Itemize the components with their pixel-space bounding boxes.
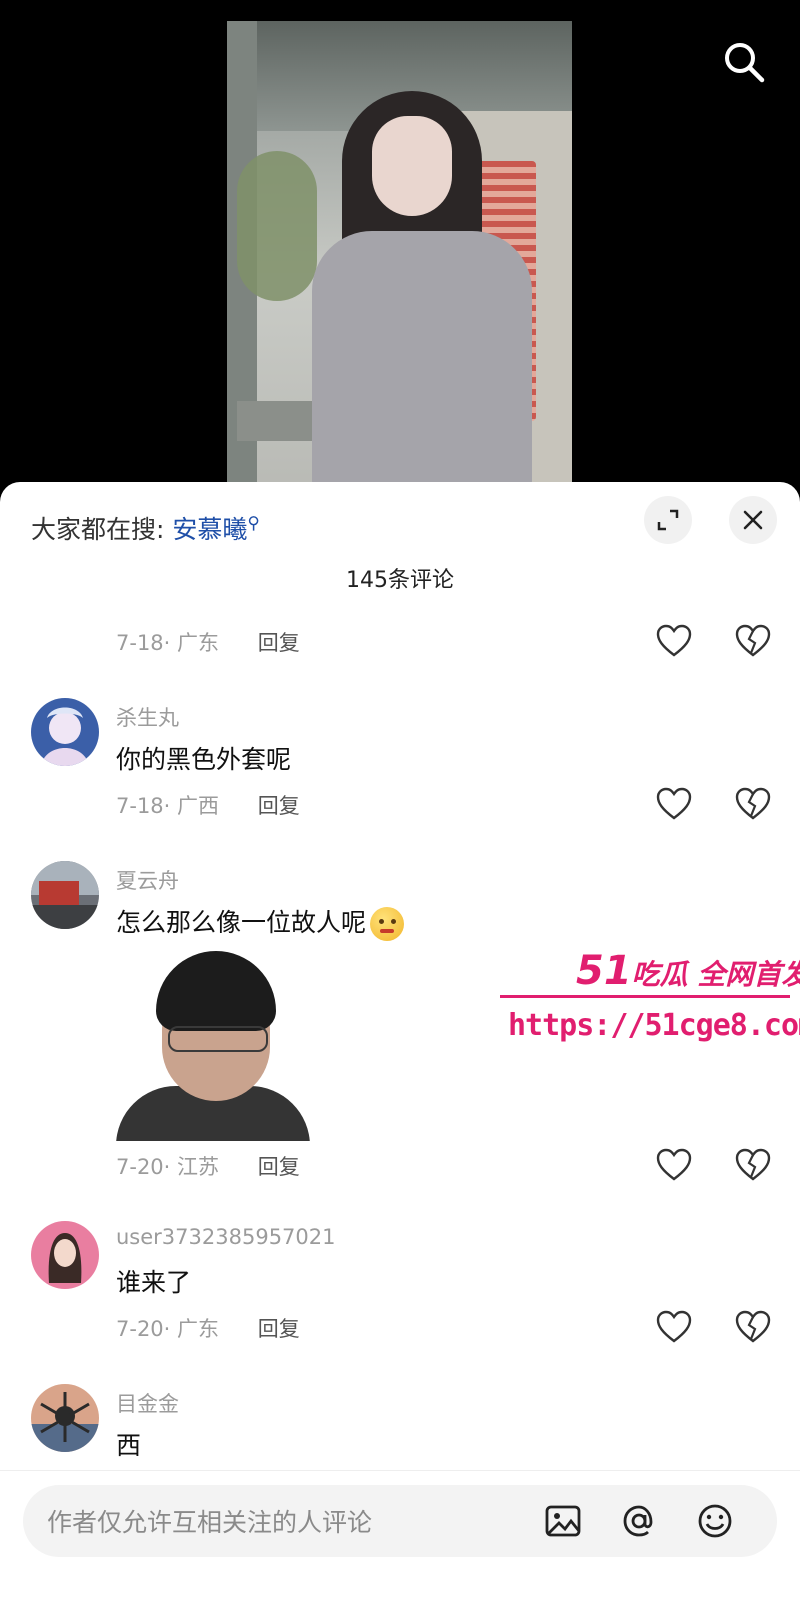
comment-date: 7-20: [116, 1155, 164, 1179]
emoji-icon: [370, 907, 405, 941]
search-icon[interactable]: [722, 40, 766, 84]
reply-button[interactable]: 回复: [258, 794, 300, 818]
video-person-body: [312, 231, 532, 490]
comment-item: 目金金 西: [0, 1384, 800, 1470]
comment-meta: 7-18· 广西 回复: [116, 794, 300, 818]
comment-item: 7-18· 广东 回复: [0, 622, 800, 662]
expand-icon: [657, 509, 679, 531]
watermark-brand-text: 吃瓜 全网首发: [631, 958, 800, 991]
comment-text: 谁来了: [116, 1268, 192, 1297]
reply-button[interactable]: 回复: [258, 1317, 300, 1341]
comment-username[interactable]: 目金金: [116, 1388, 179, 1418]
comment-input[interactable]: 作者仅允许互相关注的人评论: [23, 1485, 777, 1557]
reply-button[interactable]: 回复: [258, 631, 300, 655]
comment-meta: 7-20· 江苏 回复: [116, 1155, 300, 1179]
avatar[interactable]: [31, 1384, 99, 1452]
comment-count: 145条评论: [346, 568, 454, 593]
avatar-image: [31, 698, 99, 766]
heart-icon[interactable]: [656, 787, 692, 821]
video-person-face: [372, 116, 452, 216]
watermark-brand-num: 51: [576, 948, 632, 994]
hot-search-prefix: 大家都在搜:: [31, 515, 165, 544]
comment-username[interactable]: 杀生丸: [116, 702, 179, 732]
comment-item: user3732385957021 谁来了 7-20· 广东 回复: [0, 1221, 800, 1351]
video-player[interactable]: [0, 0, 800, 490]
watermark-url: https://51cge8.com: [508, 1008, 800, 1043]
close-icon: [743, 510, 763, 530]
watermark-logo: 51吃瓜 全网首发 https://51cge8.com: [500, 948, 800, 1058]
broken-heart-icon[interactable]: [735, 624, 771, 658]
comment-username[interactable]: user3732385957021: [116, 1225, 336, 1249]
avatar[interactable]: [31, 1221, 99, 1289]
sticker-glasses: [168, 1026, 268, 1052]
broken-heart-icon[interactable]: [735, 1310, 771, 1344]
reply-button[interactable]: 回复: [258, 1155, 300, 1179]
avatar[interactable]: [31, 698, 99, 766]
avatar-image: [31, 861, 99, 929]
avatar-image: [31, 1384, 99, 1452]
comment-meta: 7-18· 广东 回复: [116, 631, 300, 655]
comment-region: 广东: [177, 631, 220, 655]
comment-region: 广东: [177, 1317, 220, 1341]
heart-icon[interactable]: [656, 1310, 692, 1344]
comment-text-content: 怎么那么像一位故人呢: [116, 908, 367, 937]
broken-heart-icon[interactable]: [735, 1148, 771, 1182]
watermark-brand: 51吃瓜 全网首发: [576, 948, 800, 994]
emoji-icon[interactable]: [695, 1501, 735, 1541]
comment-username[interactable]: 夏云舟: [116, 865, 179, 895]
heart-icon[interactable]: [656, 624, 692, 658]
comment-region: 广西: [177, 794, 220, 818]
comment-text: 怎么那么像一位故人呢: [116, 903, 405, 941]
comment-input-bar: 作者仅允许互相关注的人评论: [0, 1470, 800, 1602]
comment-text: 西: [116, 1431, 142, 1460]
comment-meta: 7-20· 广东 回复: [116, 1317, 300, 1341]
avatar[interactable]: [31, 861, 99, 929]
hot-search-keyword[interactable]: 安慕曦: [172, 515, 247, 544]
video-background-tree: [237, 151, 317, 301]
expand-button[interactable]: [644, 496, 692, 544]
comment-date: 7-18: [116, 631, 164, 655]
comment-item: 杀生丸 你的黑色外套呢 7-18· 广西 回复: [0, 698, 800, 828]
comment-date: 7-20: [116, 1317, 164, 1341]
avatar-image: [31, 1221, 99, 1289]
comment-sticker-image[interactable]: [116, 951, 310, 1141]
sticker-hair: [156, 951, 276, 1031]
comment-input-placeholder: 作者仅允许互相关注的人评论: [47, 1508, 373, 1537]
magnifier-icon: ⚲: [247, 513, 260, 534]
comment-region: 江苏: [177, 1155, 220, 1179]
comment-count-row: 145条评论: [0, 562, 800, 594]
watermark-line: [500, 995, 790, 998]
comment-date: 7-18: [116, 794, 164, 818]
video-frame[interactable]: [227, 21, 572, 490]
at-icon[interactable]: [619, 1501, 659, 1541]
close-button[interactable]: [729, 496, 777, 544]
comment-text: 你的黑色外套呢: [116, 745, 292, 774]
heart-icon[interactable]: [656, 1148, 692, 1182]
hot-search-bar[interactable]: 大家都在搜: 安慕曦⚲: [31, 510, 260, 546]
image-icon[interactable]: [543, 1501, 583, 1541]
broken-heart-icon[interactable]: [735, 787, 771, 821]
